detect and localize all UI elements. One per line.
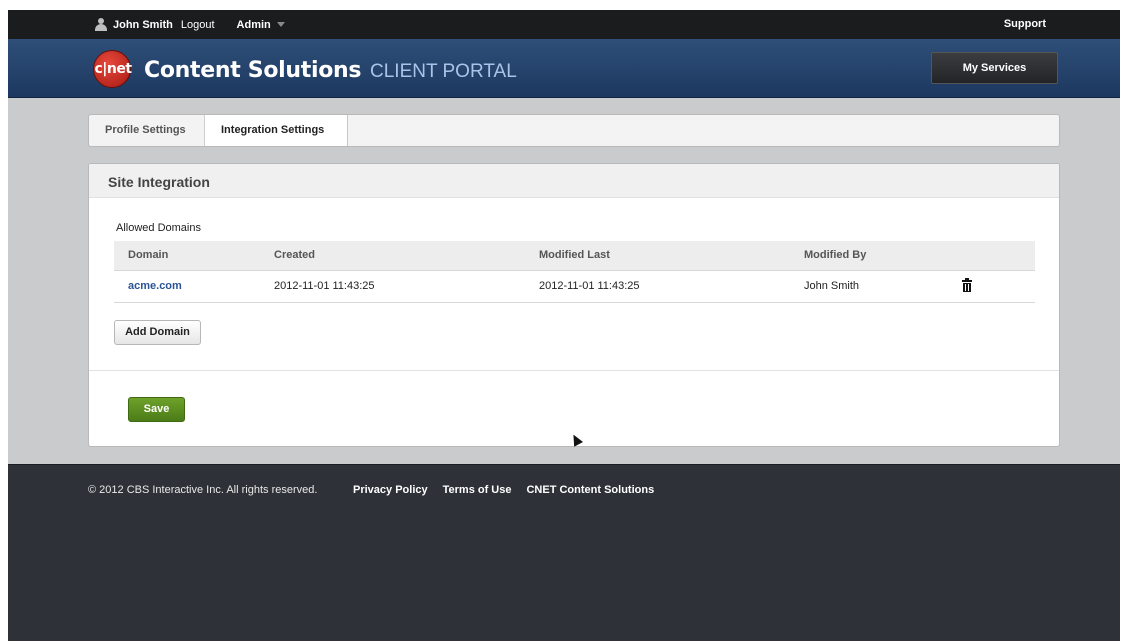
user-menu: John Smith Logout Admin: [95, 18, 285, 31]
column-header-created: Created: [274, 241, 539, 271]
copyright-text: © 2012 CBS Interactive Inc. All rights r…: [88, 484, 318, 496]
support-link[interactable]: Support: [1004, 18, 1046, 30]
site-integration-panel: Site Integration Allowed Domains Domain …: [88, 163, 1060, 447]
save-button[interactable]: Save: [128, 397, 185, 422]
admin-dropdown[interactable]: Admin: [237, 19, 285, 31]
cnet-logo[interactable]: c|net: [93, 50, 132, 88]
site-header: c|net Content Solutions CLIENT PORTAL My…: [8, 39, 1120, 98]
column-header-modified-last: Modified Last: [539, 241, 804, 271]
my-services-button[interactable]: My Services: [931, 52, 1058, 84]
top-bar: John Smith Logout Admin Support: [8, 10, 1120, 39]
settings-tabs: Profile Settings Integration Settings: [88, 114, 1060, 147]
column-header-domain: Domain: [114, 241, 274, 271]
trash-icon[interactable]: [962, 278, 972, 293]
logout-link[interactable]: Logout: [181, 19, 215, 31]
domain-cell: acme.com: [114, 270, 274, 303]
app-frame: John Smith Logout Admin Support c|net Co…: [8, 10, 1120, 641]
table-row: acme.com 2012-11-01 11:43:25 2012-11-01 …: [114, 270, 1035, 303]
created-cell: 2012-11-01 11:43:25: [274, 270, 539, 303]
footer-links: Privacy Policy Terms of Use CNET Content…: [353, 484, 654, 496]
modified-last-cell: 2012-11-01 11:43:25: [539, 270, 804, 303]
brand-title: Content Solutions: [144, 58, 362, 83]
panel-divider: [89, 370, 1059, 371]
modified-by-cell: John Smith: [804, 270, 959, 303]
privacy-policy-link[interactable]: Privacy Policy: [353, 484, 428, 496]
logo-text: c|net: [94, 61, 132, 77]
admin-label: Admin: [236, 18, 271, 31]
user-icon: [95, 18, 107, 31]
site-footer: © 2012 CBS Interactive Inc. All rights r…: [8, 464, 1120, 641]
add-domain-button[interactable]: Add Domain: [114, 320, 201, 345]
portal-subtitle: CLIENT PORTAL: [370, 61, 517, 82]
username-label[interactable]: John Smith: [113, 19, 173, 31]
column-header-actions: [959, 241, 1035, 271]
terms-of-use-link[interactable]: Terms of Use: [443, 484, 512, 496]
domain-link[interactable]: acme.com: [128, 280, 182, 292]
panel-title: Site Integration: [89, 164, 1059, 198]
cnet-content-solutions-link[interactable]: CNET Content Solutions: [526, 484, 654, 496]
tab-integration-settings[interactable]: Integration Settings: [205, 115, 348, 146]
domains-table: Domain Created Modified Last Modified By…: [114, 241, 1035, 303]
table-header-row: Domain Created Modified Last Modified By: [114, 241, 1035, 271]
actions-cell: [959, 270, 1035, 303]
tab-profile-settings[interactable]: Profile Settings: [89, 115, 205, 146]
column-header-modified-by: Modified By: [804, 241, 959, 271]
allowed-domains-label: Allowed Domains: [116, 222, 201, 234]
chevron-down-icon: [276, 22, 285, 27]
